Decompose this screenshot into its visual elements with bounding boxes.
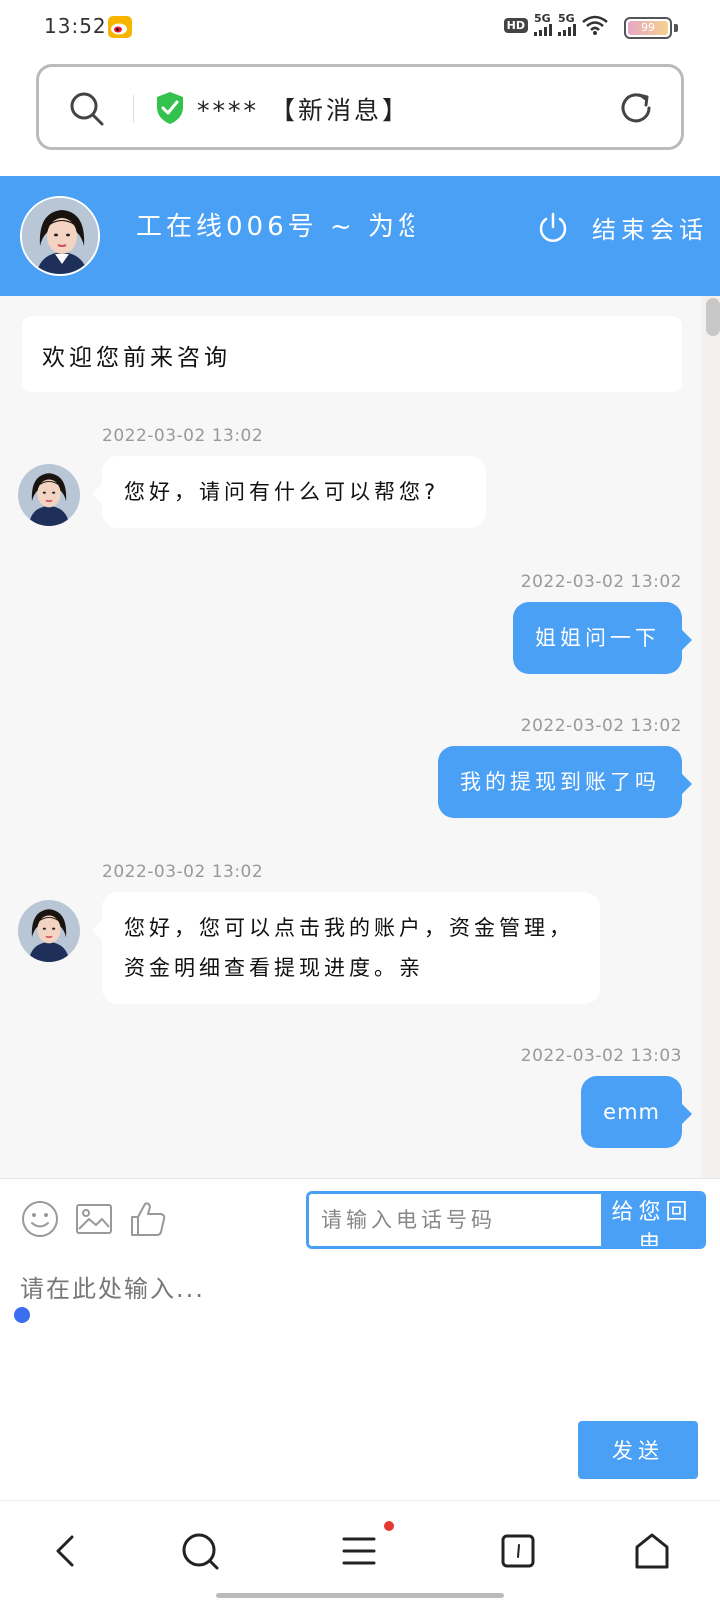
agent-avatar-small — [18, 900, 80, 962]
home-icon[interactable] — [632, 1531, 672, 1571]
signal-2-icon: 5G — [558, 13, 576, 36]
power-icon — [539, 212, 567, 242]
agent-avatar-small — [18, 464, 80, 526]
home-indicator[interactable] — [216, 1593, 504, 1598]
battery-cap — [674, 24, 678, 32]
chat-header: 工在线006号 ~ 为您服 结束会话 — [0, 176, 720, 296]
battery-icon: 99 — [624, 17, 672, 39]
search-icon[interactable] — [180, 1531, 220, 1571]
welcome-message: 欢迎您前来咨询 — [22, 316, 682, 392]
message-timestamp: 2022-03-02 13:03 — [520, 1046, 682, 1066]
agent-avatar — [20, 196, 100, 276]
message-scrollbar[interactable] — [702, 296, 720, 1178]
image-icon[interactable] — [74, 1199, 114, 1239]
reload-icon[interactable] — [617, 89, 655, 127]
end-session-button[interactable]: 结束会话 — [536, 210, 708, 245]
text-cursor-handle[interactable] — [14, 1307, 30, 1323]
composer: 给您回电 发送 — [0, 1178, 720, 1500]
phone-number-input[interactable] — [309, 1194, 601, 1246]
status-bar: 13:52 HD 5G 5G 99 — [0, 0, 720, 56]
signal-1-icon: 5G — [534, 13, 552, 36]
callback-button[interactable]: 给您回电 — [601, 1194, 703, 1246]
thumbs-up-icon[interactable] — [128, 1199, 168, 1239]
message-input[interactable] — [20, 1269, 700, 1389]
browser-bottom-nav — [0, 1500, 720, 1600]
secure-shield-icon — [157, 92, 183, 124]
search-icon[interactable] — [69, 91, 105, 127]
weibo-icon — [108, 16, 132, 38]
notification-dot — [384, 1521, 394, 1531]
user-message-bubble: emm — [581, 1076, 692, 1148]
message-timestamp: 2022-03-02 13:02 — [102, 862, 264, 882]
back-icon[interactable] — [46, 1531, 86, 1571]
user-message-bubble: 我的提现到账了吗 — [438, 746, 692, 818]
tabs-icon[interactable] — [498, 1531, 538, 1571]
message-timestamp: 2022-03-02 13:02 — [520, 716, 682, 736]
page-title: **** 【新消息】 — [197, 96, 410, 125]
address-divider — [133, 95, 134, 123]
menu-icon[interactable] — [340, 1531, 380, 1571]
user-message-bubble: 姐姐问一下 — [513, 602, 692, 674]
end-session-label: 结束会话 — [592, 216, 708, 244]
battery-level: 99 — [628, 21, 668, 35]
status-time: 13:52 — [44, 14, 107, 38]
agent-message-bubble: 您好，请问有什么可以帮您? — [92, 456, 486, 528]
callback-form: 给您回电 — [306, 1191, 706, 1249]
wifi-icon — [582, 15, 608, 35]
address-bar[interactable]: **** 【新消息】 — [36, 64, 684, 150]
emoji-icon[interactable] — [20, 1199, 60, 1239]
send-button[interactable]: 发送 — [578, 1421, 698, 1479]
message-list[interactable]: 欢迎您前来咨询 2022-03-02 13:02 您好，请问有什么可以帮您? 2… — [0, 296, 720, 1178]
message-timestamp: 2022-03-02 13:02 — [102, 426, 264, 446]
hd-badge: HD — [503, 17, 528, 33]
message-timestamp: 2022-03-02 13:02 — [520, 572, 682, 592]
agent-message-bubble: 您好，您可以点击我的账户，资金管理，资金明细查看提现进度。亲 — [92, 892, 600, 1004]
agent-title: 工在线006号 ~ 为您服 — [136, 212, 414, 242]
scrollbar-thumb[interactable] — [706, 298, 720, 336]
